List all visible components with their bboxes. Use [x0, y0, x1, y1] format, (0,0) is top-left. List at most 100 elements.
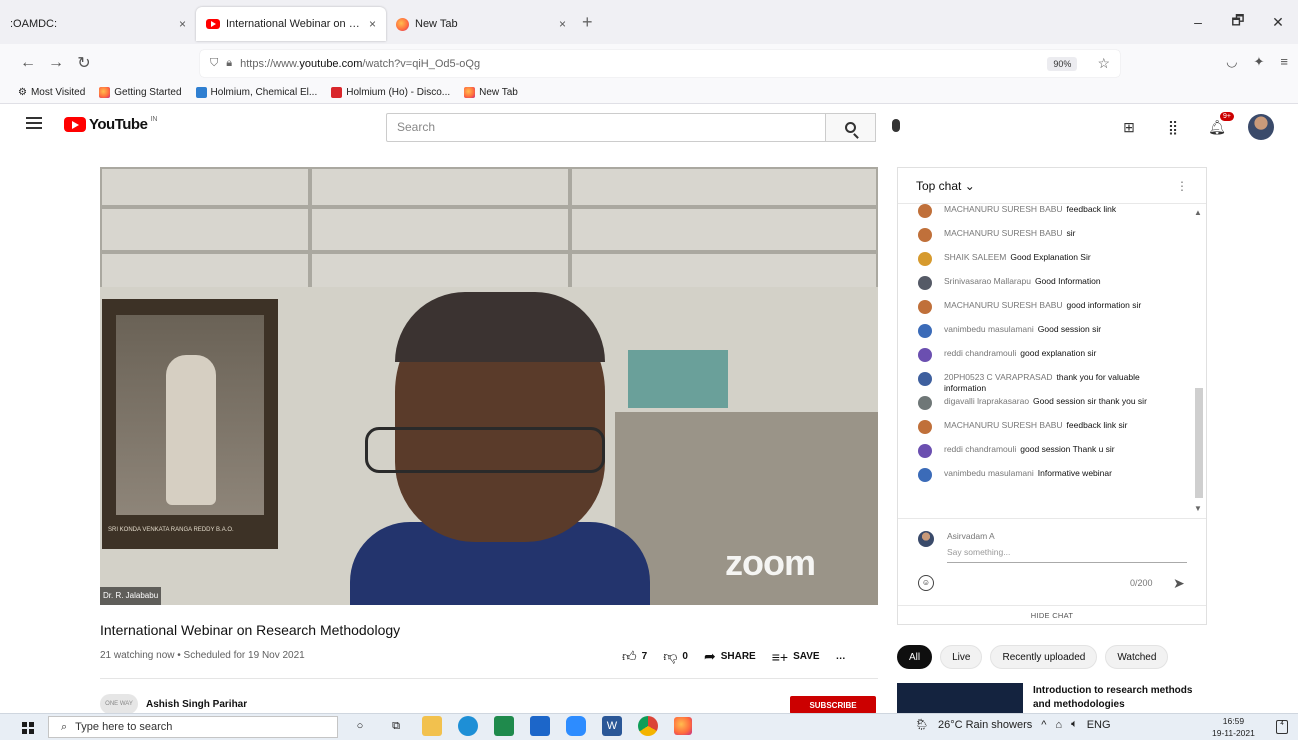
chat-scrollbar[interactable]: ▲ ▼ — [1194, 208, 1204, 516]
tab-webinar-active[interactable]: International Webinar on Resea × — [196, 7, 386, 41]
tab-new-tab[interactable]: New Tab × — [386, 7, 576, 41]
chat-author-name[interactable]: 20PH0523 C VARAPRASAD — [944, 372, 1053, 382]
reload-icon[interactable]: ↻ — [70, 53, 98, 73]
chat-author-avatar[interactable] — [918, 324, 932, 338]
excel-icon[interactable] — [494, 716, 514, 736]
apps-grid-icon[interactable]: ⣿ — [1160, 114, 1186, 140]
chat-message-input[interactable]: Say something... — [947, 547, 1187, 563]
zoom-icon[interactable] — [566, 716, 586, 736]
bookmark-holmium-chemical[interactable]: Holmium, Chemical El... — [195, 87, 317, 98]
bookmark-most-visited[interactable]: ⚙ Most Visited — [18, 87, 85, 98]
volume-icon[interactable]: 🔈︎ — [1071, 718, 1078, 731]
chip-all[interactable]: All — [897, 645, 933, 669]
url-bar[interactable]: ⛉ 🔒︎ https://www.youtube.com/watch?v=qiH… — [200, 50, 1120, 77]
related-video-title[interactable]: Introduction to research methods and met… — [1033, 684, 1203, 712]
chat-author-avatar[interactable] — [918, 300, 932, 314]
chat-author-avatar[interactable] — [918, 348, 932, 362]
chat-author-avatar[interactable] — [918, 468, 932, 482]
tab-oamdc[interactable]: :OAMDC: × — [0, 7, 196, 41]
bookmark-star-icon[interactable]: ☆ — [1097, 55, 1110, 72]
youtube-logo[interactable]: YouTube IN — [64, 116, 157, 133]
save-button[interactable]: ≡+ SAVE — [772, 649, 820, 665]
share-button[interactable]: ➦ SHARE — [704, 648, 756, 665]
chat-more-icon[interactable]: ⋮ — [1176, 179, 1188, 193]
tab-close-icon[interactable]: × — [179, 17, 186, 31]
emoji-icon[interactable]: ☺ — [918, 575, 934, 591]
word-icon[interactable]: W — [602, 716, 622, 736]
forward-arrow-icon[interactable]: → — [42, 54, 70, 72]
notifications-bell-icon[interactable]: 🔔︎ 9+ — [1204, 112, 1234, 140]
chat-author-name[interactable]: reddi chandramouli — [944, 348, 1016, 358]
firefox-icon[interactable] — [674, 717, 692, 735]
windows-start-icon[interactable] — [22, 722, 34, 734]
chat-author-name[interactable]: Srinivasarao Mallarapu — [944, 276, 1031, 286]
chat-author-avatar[interactable] — [918, 276, 932, 290]
scroll-down-icon[interactable]: ▼ — [1194, 504, 1202, 513]
close-window-button[interactable]: ✕ — [1258, 14, 1298, 31]
scroll-up-icon[interactable]: ▲ — [1194, 208, 1202, 217]
edge-icon[interactable] — [458, 716, 478, 736]
related-video-thumbnail[interactable] — [897, 683, 1023, 717]
weather-icon[interactable]: 🌦︎ — [915, 718, 929, 731]
subscribe-button[interactable]: SUBSCRIBE — [790, 696, 876, 714]
chat-author-name[interactable]: SHAIK SALEEM — [944, 252, 1006, 262]
tray-chevron-icon[interactable]: ^ — [1041, 719, 1046, 731]
taskbar-search-input[interactable]: ⌕ Type here to search — [48, 716, 338, 738]
cortana-icon[interactable]: ○ — [350, 716, 370, 736]
task-view-icon[interactable]: ⧉ — [386, 716, 406, 736]
file-explorer-icon[interactable] — [422, 716, 442, 736]
back-arrow-icon[interactable]: ← — [14, 54, 42, 72]
hide-chat-button[interactable]: HIDE CHAT — [898, 605, 1206, 625]
chat-author-name[interactable]: reddi chandramouli — [944, 444, 1016, 454]
chat-author-avatar[interactable] — [918, 228, 932, 242]
bookmark-holmium-discovery[interactable]: Holmium (Ho) - Disco... — [331, 87, 450, 98]
tab-close-icon[interactable]: × — [559, 17, 566, 31]
chat-author-name[interactable]: MACHANURU SURESH BABU — [944, 420, 1063, 430]
more-actions-button[interactable]: … — [836, 651, 846, 662]
chat-author-name[interactable]: digavalli lraprakasarao — [944, 396, 1029, 406]
pocket-icon[interactable]: ◡ — [1226, 54, 1237, 70]
new-tab-button[interactable]: + — [582, 12, 593, 33]
action-center-icon[interactable]: 4 — [1276, 720, 1288, 734]
bookmark-new-tab[interactable]: New Tab — [464, 87, 518, 98]
hamburger-menu-icon[interactable] — [26, 117, 42, 129]
chat-author-avatar[interactable] — [918, 252, 932, 266]
app-menu-icon[interactable]: ≡ — [1280, 54, 1288, 70]
channel-avatar[interactable]: ONE WAY — [100, 694, 138, 714]
tab-close-icon[interactable]: × — [369, 17, 376, 31]
like-button[interactable]: 👍︎ 7 — [622, 648, 647, 665]
search-input[interactable]: Search — [386, 113, 826, 142]
mail-icon[interactable] — [530, 716, 550, 736]
chat-author-avatar[interactable] — [918, 420, 932, 434]
weather-text[interactable]: 26°C Rain showers — [938, 719, 1032, 731]
taskbar-clock[interactable]: 16:59 19-11-2021 — [1212, 715, 1255, 739]
video-player[interactable]: SRI KONDA VENKATA RANGA REDDY B.A.O. zoo… — [100, 167, 878, 605]
chat-author-name[interactable]: vanimbedu masulamani — [944, 324, 1034, 334]
chat-author-name[interactable]: vanimbedu masulamani — [944, 468, 1034, 478]
zoom-level-badge[interactable]: 90% — [1047, 56, 1078, 71]
chrome-icon[interactable] — [638, 716, 658, 736]
lock-icon[interactable]: 🔒︎ — [226, 57, 232, 70]
send-icon[interactable]: ➤ — [1173, 575, 1185, 592]
restore-button[interactable]: 🗗 — [1218, 10, 1258, 34]
extension-icon[interactable]: ✦ — [1254, 54, 1265, 70]
dislike-button[interactable]: 👎︎ 0 — [663, 648, 688, 665]
microphone-icon[interactable] — [892, 119, 900, 132]
scroll-thumb[interactable] — [1195, 388, 1203, 498]
chat-author-avatar[interactable] — [918, 204, 932, 218]
account-avatar[interactable] — [1248, 114, 1274, 140]
chat-author-name[interactable]: MACHANURU SURESH BABU — [944, 204, 1063, 214]
bookmark-getting-started[interactable]: Getting Started — [99, 87, 182, 98]
chat-mode-dropdown[interactable]: Top chat ⌄ — [916, 179, 975, 193]
create-video-icon[interactable]: ⊞ — [1116, 114, 1142, 140]
chat-author-avatar[interactable] — [918, 372, 932, 386]
shield-icon[interactable]: ⛉ — [210, 57, 218, 70]
language-indicator[interactable]: ENG — [1087, 719, 1111, 731]
chat-author-avatar[interactable] — [918, 396, 932, 410]
chat-author-avatar[interactable] — [918, 444, 932, 458]
channel-name[interactable]: Ashish Singh Parihar — [146, 699, 247, 710]
minimize-button[interactable]: – — [1178, 14, 1218, 30]
chat-author-name[interactable]: MACHANURU SURESH BABU — [944, 300, 1063, 310]
chip-live[interactable]: Live — [940, 645, 983, 669]
chat-author-name[interactable]: MACHANURU SURESH BABU — [944, 228, 1063, 238]
